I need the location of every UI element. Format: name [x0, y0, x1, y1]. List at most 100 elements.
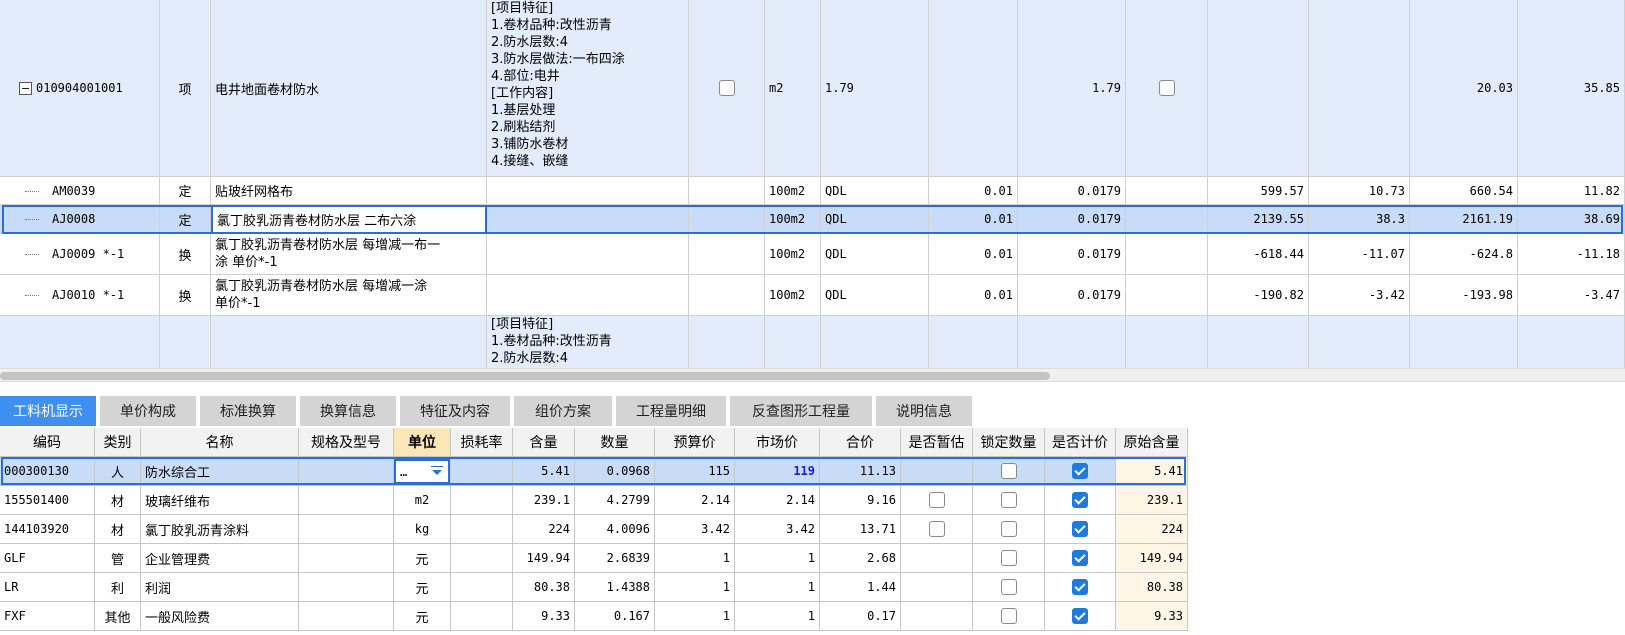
resource-content[interactable]: 5.41: [513, 457, 575, 486]
item-checkbox-cell[interactable]: [689, 0, 765, 177]
resource-row[interactable]: 144103920 材 氯丁胶乳沥青涂料 kg 224 4.0096 3.42 …: [0, 515, 1188, 544]
tab-features-content[interactable]: 特征及内容: [400, 396, 512, 426]
lock-qty-checkbox[interactable]: [1000, 463, 1017, 479]
tab-conversion-info[interactable]: 换算信息: [300, 396, 398, 426]
upper-row-conversion[interactable]: AJ0009 *-1 换 氯丁胶乳沥青卷材防水层 每增减一布一 涂 单价*-1 …: [0, 234, 1625, 275]
resource-loss-rate[interactable]: [451, 602, 513, 631]
resource-unit[interactable]: 元: [394, 544, 451, 573]
header-priced[interactable]: 是否计价: [1045, 428, 1116, 457]
priced-checkbox[interactable]: [1072, 463, 1088, 479]
header-name[interactable]: 名称: [141, 428, 299, 457]
resource-content[interactable]: 239.1: [513, 486, 575, 515]
priced-checkbox[interactable]: [1072, 492, 1088, 508]
resource-lock-cell[interactable]: [973, 544, 1045, 573]
unit-editor-ellipsis[interactable]: …: [400, 465, 407, 479]
resource-content[interactable]: 9.33: [513, 602, 575, 631]
upper-row-quota[interactable]: AM0039 定 贴玻纤网格布 100m2 QDL 0.01 0.0179 59…: [0, 177, 1625, 205]
resource-spec[interactable]: [299, 486, 394, 515]
priced-checkbox[interactable]: [1072, 521, 1088, 537]
resource-spec[interactable]: [299, 544, 394, 573]
upper-row-quota-selected[interactable]: AJ0008 定 氯丁胶乳沥青卷材防水层 二布六涂 100m2 QDL 0.01…: [0, 205, 1625, 234]
resource-priced-cell[interactable]: [1045, 457, 1116, 486]
resource-content[interactable]: 149.94: [513, 544, 575, 573]
resource-market-price[interactable]: 1: [735, 544, 820, 573]
resource-content[interactable]: 224: [513, 515, 575, 544]
lock-qty-checkbox[interactable]: [1000, 608, 1017, 624]
resource-lock-cell[interactable]: [973, 457, 1045, 486]
provisional-checkbox[interactable]: [928, 492, 945, 508]
scrollbar-thumb[interactable]: [0, 372, 1050, 380]
provisional-checkbox[interactable]: [928, 521, 945, 537]
resource-row[interactable]: 155501400 材 玻璃纤维布 m2 239.1 4.2799 2.14 2…: [0, 486, 1188, 515]
header-budget-price[interactable]: 预算价: [655, 428, 735, 457]
resource-spec[interactable]: [299, 457, 394, 486]
resource-loss-rate[interactable]: [451, 573, 513, 602]
resource-provisional-cell[interactable]: [901, 486, 973, 515]
unit-dropdown-editor[interactable]: …: [394, 459, 450, 484]
priced-checkbox[interactable]: [1072, 608, 1088, 624]
resource-market-price[interactable]: 1: [735, 573, 820, 602]
resource-row[interactable]: GLF 管 企业管理费 元 149.94 2.6839 1 1 2.68 149…: [0, 544, 1188, 573]
resource-provisional-cell[interactable]: [901, 515, 973, 544]
resource-market-price[interactable]: 3.42: [735, 515, 820, 544]
quota-name-editor[interactable]: 氯丁胶乳沥青卷材防水层 二布六涂: [211, 205, 487, 234]
collapse-icon[interactable]: −: [19, 81, 32, 95]
resource-priced-cell[interactable]: [1045, 602, 1116, 631]
item-checkbox2-cell[interactable]: [1126, 0, 1208, 177]
upper-row-item[interactable]: − 010904001001 项 电井地面卷材防水 [项目特征] 1.卷材品种:…: [0, 0, 1625, 177]
resource-spec[interactable]: [299, 515, 394, 544]
header-loss-rate[interactable]: 损耗率: [451, 428, 513, 457]
resource-lock-cell[interactable]: [973, 515, 1045, 544]
resource-unit[interactable]: kg: [394, 515, 451, 544]
header-category[interactable]: 类别: [95, 428, 141, 457]
tab-labor-material-machine[interactable]: 工料机显示: [0, 396, 98, 426]
upper-row-conversion[interactable]: AJ0010 *-1 换 氯丁胶乳沥青卷材防水层 每增减一涂 单价*-1 100…: [0, 275, 1625, 316]
resource-unit[interactable]: 元: [394, 602, 451, 631]
header-spec[interactable]: 规格及型号: [299, 428, 394, 457]
tab-unit-price-composition[interactable]: 单价构成: [100, 396, 198, 426]
resource-unit[interactable]: 元: [394, 573, 451, 602]
lock-qty-checkbox[interactable]: [1000, 579, 1017, 595]
tab-pricing-scheme[interactable]: 组价方案: [514, 396, 614, 426]
resource-priced-cell[interactable]: [1045, 486, 1116, 515]
resource-loss-rate[interactable]: [451, 457, 513, 486]
resource-row[interactable]: LR 利 利润 元 80.38 1.4388 1 1 1.44 80.38: [0, 573, 1188, 602]
header-provisional[interactable]: 是否暂估: [901, 428, 973, 457]
resource-loss-rate[interactable]: [451, 486, 513, 515]
resource-row[interactable]: FXF 其他 一般风险费 元 9.33 0.167 1 1 0.17 9.33: [0, 602, 1188, 631]
resource-priced-cell[interactable]: [1045, 544, 1116, 573]
header-market-price[interactable]: 市场价: [735, 428, 820, 457]
header-original-content[interactable]: 原始含量: [1116, 428, 1188, 457]
resource-row-selected[interactable]: 000300130 人 防水综合工 5.41 0.0968 115 119 11…: [0, 457, 1188, 486]
resource-market-price[interactable]: 2.14: [735, 486, 820, 515]
horizontal-scrollbar[interactable]: [0, 368, 1625, 382]
lock-qty-checkbox[interactable]: [1000, 521, 1017, 537]
resource-market-price[interactable]: 1: [735, 602, 820, 631]
header-unit[interactable]: 单位: [394, 428, 451, 457]
tab-standard-conversion[interactable]: 标准换算: [200, 396, 298, 426]
lock-qty-checkbox[interactable]: [1000, 492, 1017, 508]
resource-market-price[interactable]: 119: [735, 457, 820, 486]
upper-code-cell[interactable]: − 010904001001: [0, 0, 160, 177]
item-checkbox[interactable]: [718, 80, 735, 96]
tab-reverse-graphic-quantity[interactable]: 反查图形工程量: [730, 396, 874, 426]
item-checkbox-2[interactable]: [1158, 80, 1175, 96]
resource-spec[interactable]: [299, 573, 394, 602]
tab-quantity-detail[interactable]: 工程量明细: [616, 396, 728, 426]
resource-content[interactable]: 80.38: [513, 573, 575, 602]
header-total[interactable]: 合价: [820, 428, 901, 457]
tab-description[interactable]: 说明信息: [876, 396, 974, 426]
resource-priced-cell[interactable]: [1045, 573, 1116, 602]
resource-loss-rate[interactable]: [451, 544, 513, 573]
header-quantity[interactable]: 数量: [575, 428, 655, 457]
resource-loss-rate[interactable]: [451, 515, 513, 544]
resource-lock-cell[interactable]: [973, 573, 1045, 602]
resource-unit[interactable]: m2: [394, 486, 451, 515]
header-code[interactable]: 编码: [0, 428, 95, 457]
dropdown-arrow-icon[interactable]: [431, 466, 443, 475]
lock-qty-checkbox[interactable]: [1000, 550, 1017, 566]
priced-checkbox[interactable]: [1072, 579, 1088, 595]
resource-priced-cell[interactable]: [1045, 515, 1116, 544]
priced-checkbox[interactable]: [1072, 550, 1088, 566]
resource-lock-cell[interactable]: [973, 486, 1045, 515]
